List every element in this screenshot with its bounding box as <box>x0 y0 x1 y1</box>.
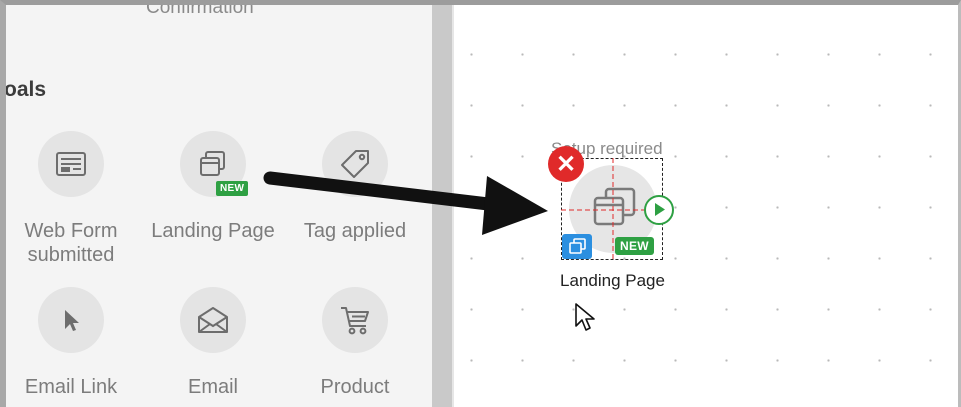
mouse-cursor-icon <box>575 303 595 331</box>
drag-arrow-icon <box>263 171 548 235</box>
connect-sequence-button[interactable] <box>644 195 674 225</box>
close-icon: ✕ <box>555 150 577 178</box>
play-icon <box>655 203 665 216</box>
new-badge: NEW <box>615 237 654 255</box>
landing-page-icon <box>569 238 586 254</box>
node-type-button[interactable] <box>562 234 592 259</box>
remove-node-button[interactable]: ✕ <box>548 146 584 182</box>
node-label: Landing Page <box>560 271 665 290</box>
